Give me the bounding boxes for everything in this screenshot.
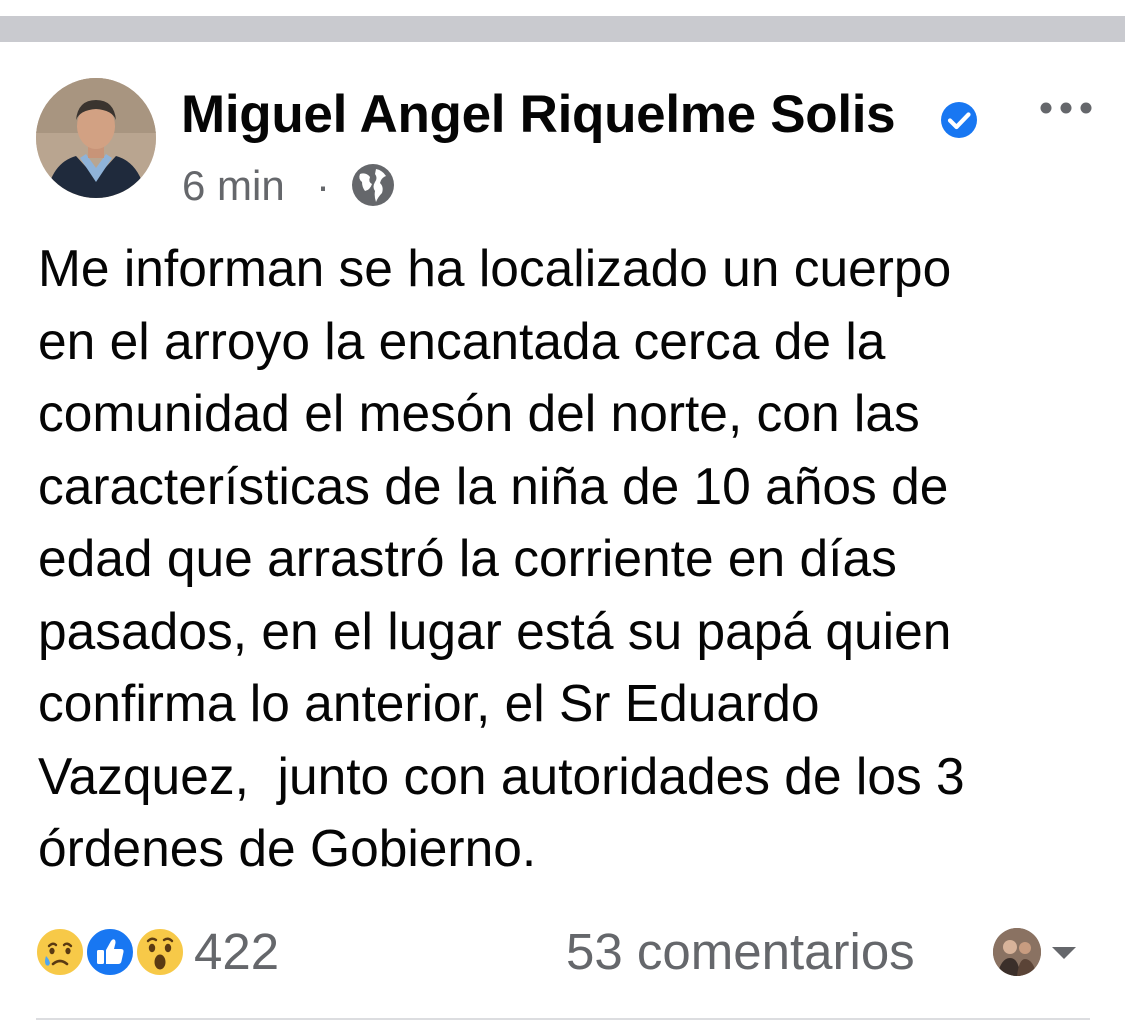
status-strip bbox=[0, 0, 1125, 16]
profile-photo bbox=[36, 78, 156, 198]
verified-badge-icon bbox=[941, 102, 977, 138]
meta-separator: · bbox=[316, 162, 330, 209]
viewer-avatar[interactable] bbox=[993, 928, 1041, 976]
post-card: Miguel Angel Riquelme Solis 6 min · Me i… bbox=[0, 42, 1125, 1025]
wow-reaction-icon bbox=[135, 927, 185, 977]
like-reaction-icon bbox=[85, 927, 135, 977]
divider bbox=[36, 1018, 1090, 1020]
reactions-summary[interactable] bbox=[34, 926, 194, 980]
feed-separator-band bbox=[0, 16, 1125, 42]
author-avatar[interactable] bbox=[36, 78, 156, 198]
post-body-text: Me informan se ha localizado un cuerpo e… bbox=[38, 239, 965, 877]
profile-photo-icon bbox=[993, 928, 1041, 976]
comments-count-link[interactable]: 53 comentarios bbox=[566, 922, 915, 981]
more-horizontal-icon[interactable] bbox=[1036, 94, 1096, 122]
sad-reaction-icon bbox=[35, 927, 85, 977]
author-name[interactable]: Miguel Angel Riquelme Solis bbox=[181, 84, 896, 145]
globe-icon[interactable] bbox=[348, 160, 398, 210]
post-timestamp[interactable]: 6 min bbox=[182, 162, 285, 210]
chevron-down-icon[interactable] bbox=[1048, 942, 1080, 964]
reaction-count[interactable]: 422 bbox=[194, 922, 279, 981]
